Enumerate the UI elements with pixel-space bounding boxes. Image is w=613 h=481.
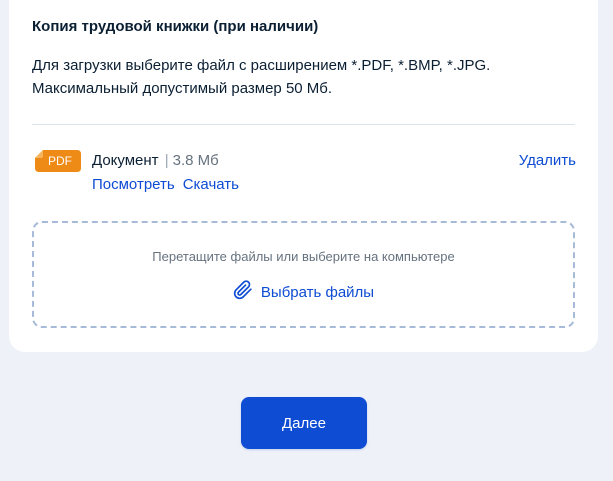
- divider: [32, 124, 575, 125]
- file-info: Документ | 3.8 Мб: [92, 152, 219, 169]
- file-actions: Посмотреть Скачать: [92, 176, 239, 193]
- pdf-badge-label: PDF: [48, 154, 72, 168]
- section-description: Для загрузки выберите файл с расширением…: [32, 54, 490, 100]
- next-button[interactable]: Далее: [241, 397, 367, 449]
- choose-files-button[interactable]: Выбрать файлы: [34, 280, 573, 305]
- paperclip-icon: [233, 280, 253, 304]
- description-max-size: Максимальный допустимый размер 50 Мб.: [32, 80, 333, 97]
- pdf-file-icon: PDF: [35, 150, 81, 172]
- view-file-link[interactable]: Посмотреть: [92, 176, 175, 193]
- file-separator: |: [164, 152, 169, 169]
- file-name: Документ: [92, 152, 159, 169]
- file-size: 3.8 Мб: [172, 152, 219, 169]
- dropzone-hint: Перетащите файлы или выберите на компьют…: [152, 249, 455, 264]
- section-title: Копия трудовой книжки (при наличии): [32, 18, 319, 35]
- download-file-link[interactable]: Скачать: [183, 176, 239, 193]
- choose-files-label: Выбрать файлы: [260, 283, 375, 301]
- file-dropzone[interactable]: Перетащите файлы или выберите на компьют…: [32, 221, 575, 328]
- description-extensions: Для загрузки выберите файл с расширением…: [32, 57, 491, 74]
- delete-file-link[interactable]: Удалить: [519, 152, 576, 169]
- upload-card: Копия трудовой книжки (при наличии) Для …: [9, 0, 598, 352]
